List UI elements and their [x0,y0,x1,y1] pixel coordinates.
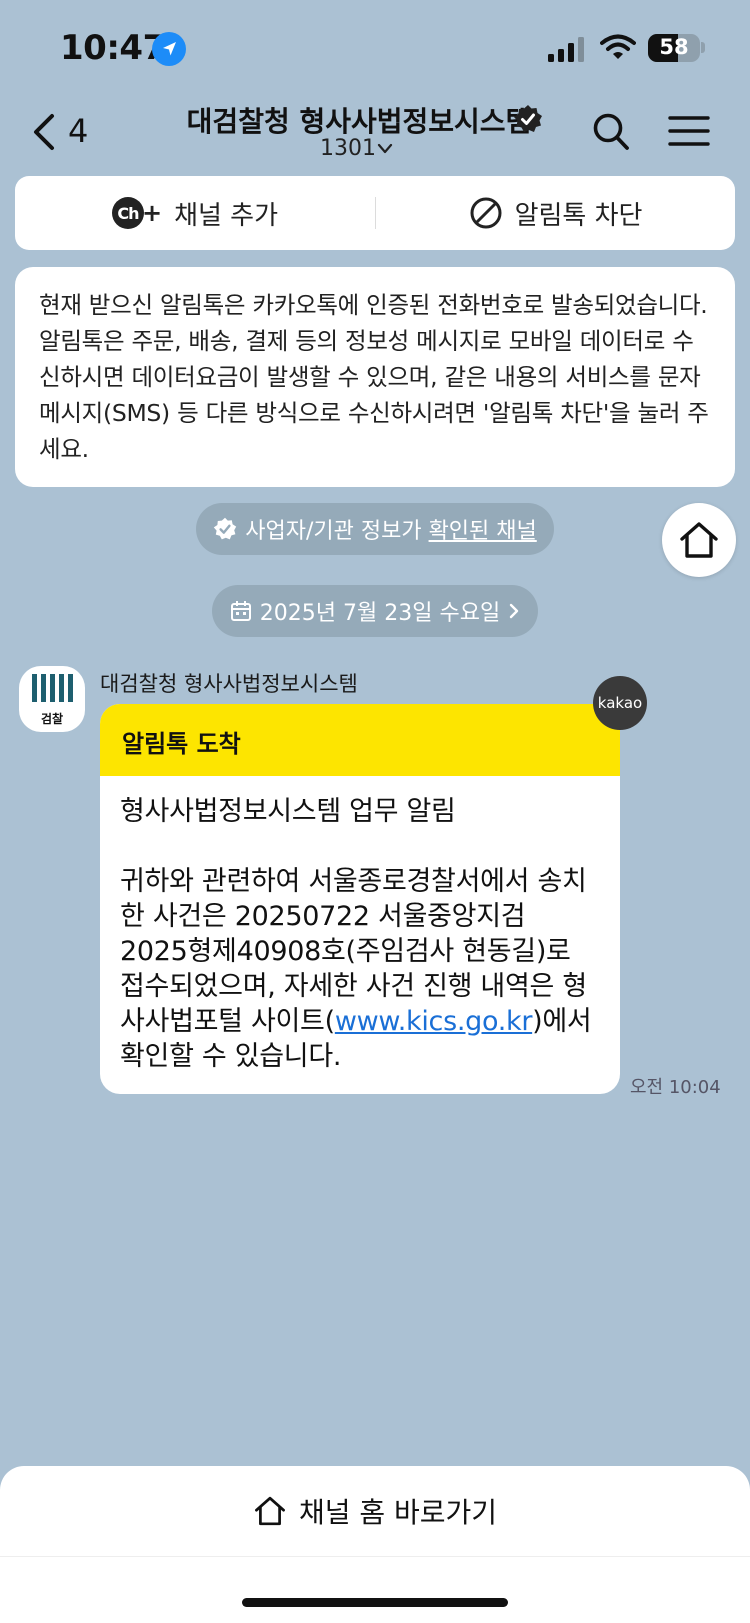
block-alimtalk-button[interactable]: 알림톡 차단 [376,176,735,250]
bubble-body: 형사사법정보시스템 업무 알림 귀하와 관련하여 서울종로경찰서에서 송치한 사… [100,776,620,1074]
home-icon [254,1496,285,1526]
alimtalk-message-bubble[interactable]: 알림톡 도착 형사사법정보시스템 업무 알림 귀하와 관련하여 서울종로경찰서에… [100,704,620,1094]
avatar-label: 검찰 [40,712,64,726]
plus-icon: + [141,199,163,227]
channel-home-button[interactable]: 채널 홈 바로가기 [0,1466,750,1556]
wifi-icon [600,34,636,59]
home-icon [680,522,718,558]
member-count[interactable]: 1301 [320,136,376,161]
date-chip[interactable]: 2025년 7월 23일 수요일 [212,585,538,637]
date-label: 2025년 7월 23일 수요일 [259,601,501,626]
channel-home-label: 채널 홈 바로가기 [298,1496,498,1529]
home-indicator[interactable] [242,1598,508,1607]
status-time: 10:47 [60,28,166,68]
verified-badge-icon [514,105,542,132]
block-icon [470,197,502,229]
kakao-badge: kakao [593,676,647,730]
message-time: 오전 10:04 [630,1077,721,1098]
channel-home-float-button[interactable] [662,503,736,577]
channel-plus-icon: Ch [111,197,144,229]
kics-link[interactable]: www.kics.go.kr [335,1006,533,1037]
search-icon[interactable] [592,112,630,152]
sender-name: 대검찰청 형사사법정보시스템 [100,672,358,696]
chevron-right-icon [510,603,519,619]
sender-avatar[interactable]: 검찰 [19,666,85,732]
cellular-signal-icon [548,37,584,62]
verified-channel-chip[interactable]: 사업자/기관 정보가 확인된 채널 [196,503,554,555]
verified-badge-icon [214,517,237,540]
battery-tip [701,42,705,53]
verified-channel-link[interactable]: 확인된 채널 [429,519,537,544]
message-text: 귀하와 관련하여 서울종로경찰서에서 송치한 사건은 20250722 서울중앙… [120,864,598,1074]
add-channel-button[interactable]: Ch + 채널 추가 [15,176,375,250]
verified-chip-prefix: 사업자/기관 정보가 [245,519,429,544]
divider [0,1556,750,1557]
block-alimtalk-label: 알림톡 차단 [514,200,643,231]
chat-title[interactable]: 대검찰청 형사사법정보시스템 [0,100,750,140]
message-title: 형사사법정보시스템 업무 알림 [120,796,456,827]
location-arrow-icon [152,32,186,66]
add-channel-label: 채널 추가 [174,200,279,231]
calendar-icon [230,601,251,621]
menu-icon[interactable] [668,115,710,147]
battery-icon: 58 [648,34,700,62]
battery-percent: 58 [659,35,689,59]
chevron-down-icon[interactable] [377,143,393,155]
alimtalk-notice: 현재 받으신 알림톡은 카카오톡에 인증된 전화번호로 발송되었습니다. 알림톡… [15,267,735,487]
bubble-header: 알림톡 도착 [100,704,620,776]
